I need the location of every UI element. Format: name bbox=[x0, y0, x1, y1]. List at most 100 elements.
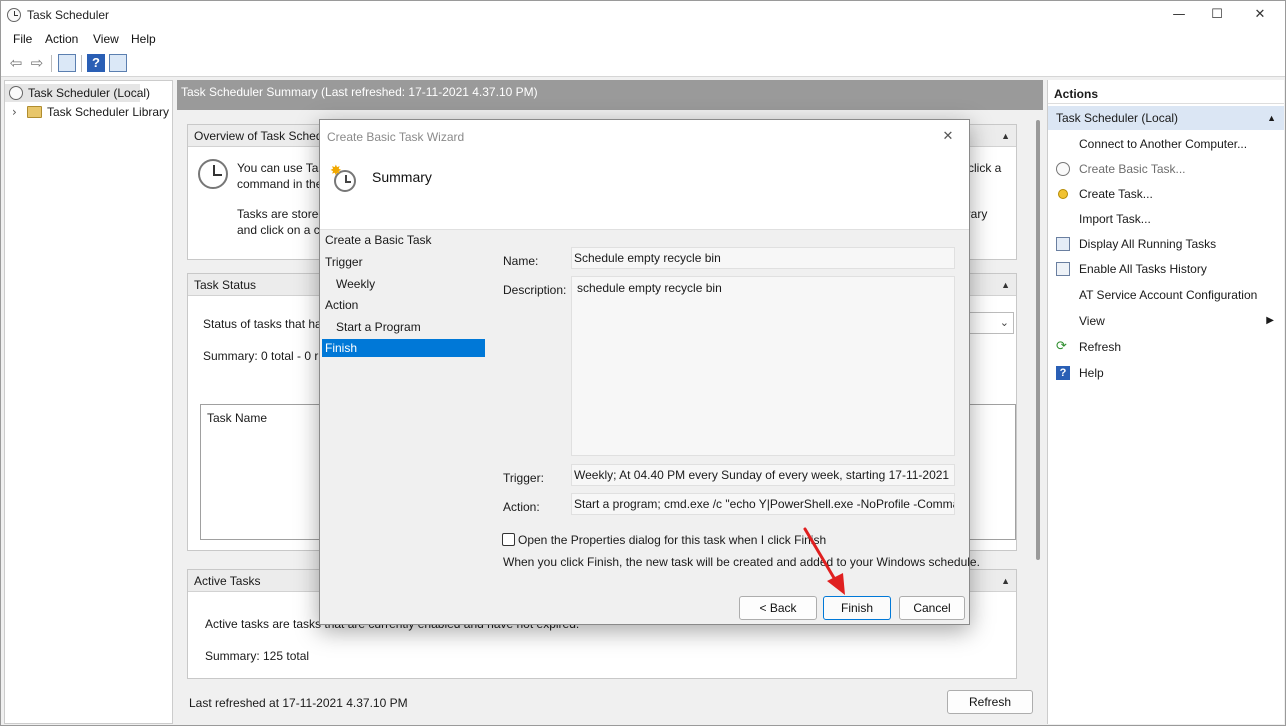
wizard-step-trigger[interactable]: Trigger bbox=[325, 253, 363, 271]
action-label: Enable All Tasks History bbox=[1079, 262, 1207, 276]
action-create-basic-task[interactable]: Create Basic Task... bbox=[1048, 158, 1284, 180]
wizard-step-start-a-program[interactable]: Start a Program bbox=[336, 318, 421, 336]
collapse-icon[interactable]: ▲ bbox=[1001, 125, 1010, 147]
action-label: AT Service Account Configuration bbox=[1079, 288, 1258, 302]
show-hide-action-pane-icon[interactable] bbox=[109, 54, 127, 72]
console-tree: Task Scheduler (Local) › Task Scheduler … bbox=[4, 80, 173, 724]
toolbar: ⇦ ⇨ ? bbox=[1, 50, 1285, 77]
menu-action[interactable]: Action bbox=[45, 32, 78, 46]
dialog-heading: Summary bbox=[372, 169, 432, 185]
clock-icon bbox=[7, 8, 21, 22]
expand-chevron-icon[interactable]: › bbox=[12, 103, 17, 121]
action-label: Create Basic Task... bbox=[1079, 162, 1186, 176]
open-properties-checkbox[interactable] bbox=[502, 533, 515, 546]
menu-bar: File Action View Help bbox=[1, 29, 1285, 50]
collapse-icon[interactable]: ▲ bbox=[1001, 570, 1010, 592]
tree-item-task-scheduler-library[interactable]: › Task Scheduler Library bbox=[5, 103, 171, 121]
maximize-button[interactable]: ☐ bbox=[1202, 5, 1232, 25]
section-title: Overview of Task Schedul bbox=[194, 129, 332, 143]
action-at-service-account-configuration[interactable]: AT Service Account Configuration bbox=[1048, 284, 1284, 306]
overview-text: Tasks are stored i bbox=[237, 207, 332, 221]
tree-item-task-scheduler-local[interactable]: Task Scheduler (Local) bbox=[5, 84, 150, 102]
action-label: Action: bbox=[503, 500, 540, 514]
wizard-step-weekly[interactable]: Weekly bbox=[336, 275, 375, 293]
create-basic-task-wizard-dialog: Create Basic Task Wizard ✕ ✸ Summary Cre… bbox=[319, 119, 980, 625]
wizard-step-create-a-basic-task[interactable]: Create a Basic Task bbox=[325, 231, 432, 249]
scrollbar-thumb[interactable] bbox=[1036, 120, 1040, 560]
action-view[interactable]: View ▶ bbox=[1048, 310, 1284, 332]
action-label: Display All Running Tasks bbox=[1079, 237, 1217, 251]
dialog-title-bar[interactable]: Create Basic Task Wizard ✕ bbox=[320, 120, 969, 154]
help-icon: ? bbox=[1056, 366, 1070, 380]
open-properties-label[interactable]: Open the Properties dialog for this task… bbox=[518, 533, 826, 547]
menu-file[interactable]: File bbox=[13, 32, 32, 46]
vertical-scrollbar[interactable] bbox=[1033, 110, 1043, 724]
wizard-icon bbox=[1056, 162, 1070, 176]
toolbar-separator bbox=[51, 55, 52, 72]
overview-text: You can use Task bbox=[237, 161, 331, 175]
name-label: Name: bbox=[503, 254, 539, 268]
collapse-icon[interactable]: ▲ bbox=[1001, 274, 1010, 296]
action-enable-all-tasks-history[interactable]: Enable All Tasks History bbox=[1048, 258, 1284, 280]
dialog-title: Create Basic Task Wizard bbox=[327, 130, 465, 144]
action-help[interactable]: ? Help bbox=[1048, 362, 1284, 384]
action-connect-to-another-computer[interactable]: Connect to Another Computer... bbox=[1048, 133, 1284, 155]
trigger-field[interactable]: Weekly; At 04.40 PM every Sunday of ever… bbox=[571, 464, 955, 486]
toolbar-separator bbox=[81, 55, 82, 72]
action-create-task[interactable]: Create Task... bbox=[1048, 183, 1284, 205]
cancel-button[interactable]: Cancel bbox=[899, 596, 965, 620]
actions-title: Actions bbox=[1048, 80, 1284, 104]
actions-pane: Actions Task Scheduler (Local) ▲ Connect… bbox=[1047, 80, 1284, 724]
overview-text: and click on a co bbox=[237, 223, 327, 237]
action-field[interactable]: Start a program; cmd.exe /c "echo Y|Powe… bbox=[571, 493, 955, 515]
close-icon[interactable]: ✕ bbox=[937, 126, 959, 148]
dialog-header: ✸ Summary bbox=[320, 154, 969, 230]
actions-group-header[interactable]: Task Scheduler (Local) ▲ bbox=[1048, 106, 1284, 130]
action-import-task[interactable]: Import Task... bbox=[1048, 208, 1284, 230]
sparkle-icon: ✸ bbox=[330, 163, 342, 179]
status-summary: Summary: 0 total - 0 ru bbox=[203, 349, 326, 363]
folder-icon bbox=[27, 106, 42, 118]
back-button[interactable]: < Back bbox=[739, 596, 817, 620]
action-label: Connect to Another Computer... bbox=[1079, 137, 1248, 151]
help-icon[interactable]: ? bbox=[87, 54, 105, 72]
wizard-step-finish[interactable]: Finish bbox=[322, 339, 485, 357]
action-label: Help bbox=[1079, 366, 1104, 380]
refresh-icon: ⟳ bbox=[1056, 339, 1067, 354]
collapse-icon[interactable]: ▲ bbox=[1267, 106, 1276, 130]
finish-button[interactable]: Finish bbox=[823, 596, 891, 620]
wizard-icon: ✸ bbox=[330, 163, 356, 192]
status-text: Status of tasks that have bbox=[203, 317, 335, 331]
minimize-button[interactable]: — bbox=[1164, 5, 1194, 25]
title-bar: Task Scheduler — ☐ ✕ bbox=[1, 1, 1285, 29]
wizard-step-action[interactable]: Action bbox=[325, 296, 358, 314]
history-icon bbox=[1056, 262, 1070, 276]
back-arrow-icon[interactable]: ⇦ bbox=[7, 54, 25, 72]
section-title: Task Status bbox=[194, 278, 257, 292]
close-button[interactable]: ✕ bbox=[1245, 5, 1275, 25]
name-field[interactable]: Schedule empty recycle bin bbox=[571, 247, 955, 269]
chevron-down-icon: ⌄ bbox=[999, 316, 1009, 329]
overview-text: click a bbox=[968, 161, 1002, 175]
action-display-all-running-tasks[interactable]: Display All Running Tasks bbox=[1048, 233, 1284, 255]
clock-icon bbox=[9, 86, 23, 100]
column-header-task-name[interactable]: Task Name bbox=[207, 411, 267, 425]
description-field[interactable]: schedule empty recycle bin bbox=[571, 276, 955, 456]
menu-view[interactable]: View bbox=[93, 32, 119, 46]
action-refresh[interactable]: ⟳ Refresh bbox=[1048, 336, 1284, 358]
refresh-button[interactable]: Refresh bbox=[947, 690, 1033, 714]
running-tasks-icon bbox=[1056, 237, 1070, 251]
action-label: Import Task... bbox=[1079, 212, 1151, 226]
trigger-label: Trigger: bbox=[503, 471, 544, 485]
menu-help[interactable]: Help bbox=[131, 32, 156, 46]
tree-item-label: Task Scheduler Library bbox=[47, 105, 170, 119]
create-task-icon bbox=[1058, 189, 1068, 199]
active-tasks-summary: Summary: 125 total bbox=[205, 649, 310, 663]
forward-arrow-icon[interactable]: ⇨ bbox=[28, 54, 46, 72]
finish-info-text: When you click Finish, the new task will… bbox=[503, 555, 980, 569]
action-label: View bbox=[1079, 314, 1105, 328]
show-hide-console-tree-icon[interactable] bbox=[58, 54, 76, 72]
task-scheduler-window: Task Scheduler — ☐ ✕ File Action View He… bbox=[0, 0, 1286, 726]
window-title: Task Scheduler bbox=[27, 8, 110, 22]
status-period-dropdown[interactable]: ⌄ bbox=[968, 312, 1014, 334]
